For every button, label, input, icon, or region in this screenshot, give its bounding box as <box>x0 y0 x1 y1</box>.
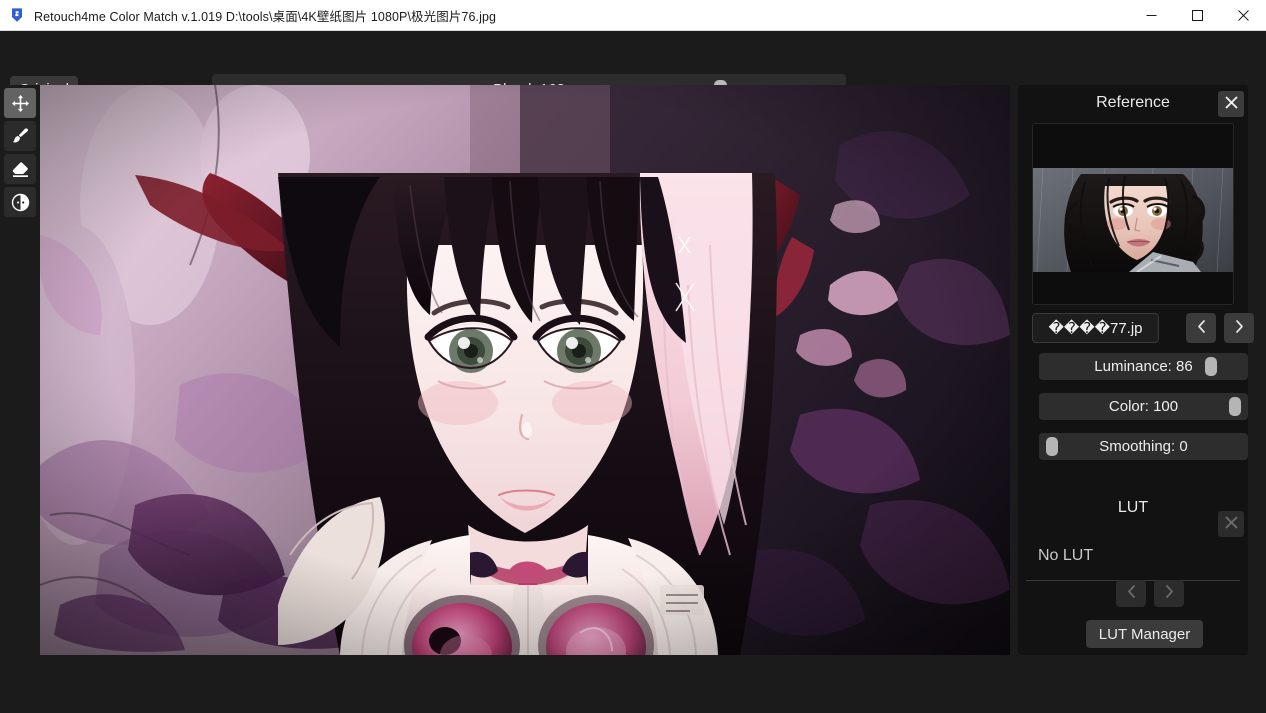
brush-tool[interactable] <box>4 121 36 151</box>
reference-title: Reference <box>1096 94 1170 111</box>
contrast-tool[interactable] <box>4 187 36 217</box>
chevron-right-icon <box>1165 585 1174 602</box>
chevron-left-icon <box>1197 319 1206 337</box>
close-icon <box>1224 516 1238 532</box>
move-arrows-icon <box>11 94 30 113</box>
reference-next-button[interactable] <box>1224 313 1254 343</box>
reference-close-button[interactable] <box>1218 91 1244 117</box>
close-icon[interactable] <box>1220 0 1266 31</box>
tool-strip <box>0 85 40 655</box>
color-slider-label: Color: 100 <box>1108 398 1179 415</box>
lut-manager-button[interactable]: LUT Manager <box>1086 620 1203 648</box>
smoothing-slider-handle[interactable] <box>1046 437 1058 456</box>
close-icon <box>1224 96 1238 112</box>
lut-title: LUT <box>1117 499 1149 516</box>
right-panel: Reference ����77.jp Luminance: 86 Color:… <box>1010 85 1266 655</box>
luminance-slider-handle[interactable] <box>1205 357 1217 376</box>
reference-lut-panel: Reference ����77.jp Luminance: 86 Color:… <box>1018 85 1254 655</box>
reference-thumbnail[interactable] <box>1032 123 1234 305</box>
luminance-slider[interactable]: Luminance: 86 <box>1039 353 1248 380</box>
window-controls <box>1128 0 1266 31</box>
color-slider[interactable]: Color: 100 <box>1039 393 1248 420</box>
lut-next-button[interactable] <box>1154 580 1184 607</box>
smoothing-slider[interactable]: Smoothing: 0 <box>1039 433 1248 460</box>
title-bar: Retouch4me Color Match v.1.019 D:\tools\… <box>0 0 1266 31</box>
smoothing-slider-label: Smoothing: 0 <box>1099 438 1188 455</box>
top-toolbar: Original Blend: 162 <box>0 31 1266 104</box>
reference-prev-button[interactable] <box>1186 313 1216 343</box>
color-slider-handle[interactable] <box>1229 397 1241 416</box>
window-title: Retouch4me Color Match v.1.019 D:\tools\… <box>34 9 497 24</box>
lut-prev-button[interactable] <box>1116 580 1146 607</box>
reference-header: Reference <box>1018 85 1248 123</box>
chevron-left-icon <box>1127 585 1136 602</box>
move-tool[interactable] <box>4 88 36 118</box>
maximize-icon[interactable] <box>1174 0 1220 31</box>
minimize-icon[interactable] <box>1128 0 1174 31</box>
status-bar: About r@s.com - 100% + Export LUT Save S… <box>0 655 1266 713</box>
eraser-icon <box>11 160 30 179</box>
reference-file-row: ����77.jp <box>1032 313 1254 343</box>
image-canvas[interactable] <box>40 85 1010 655</box>
reference-portrait-image <box>1033 168 1233 272</box>
paintbrush-icon <box>11 127 30 146</box>
chevron-right-icon <box>1235 319 1244 337</box>
lut-status-text: No LUT <box>1038 547 1094 564</box>
lut-close-button[interactable] <box>1218 511 1244 537</box>
reference-filename[interactable]: ����77.jp <box>1032 313 1159 343</box>
artwork-anime-portrait <box>40 85 1010 655</box>
app-logo-icon <box>9 7 25 23</box>
eraser-tool[interactable] <box>4 154 36 184</box>
contrast-circle-icon <box>11 193 30 212</box>
